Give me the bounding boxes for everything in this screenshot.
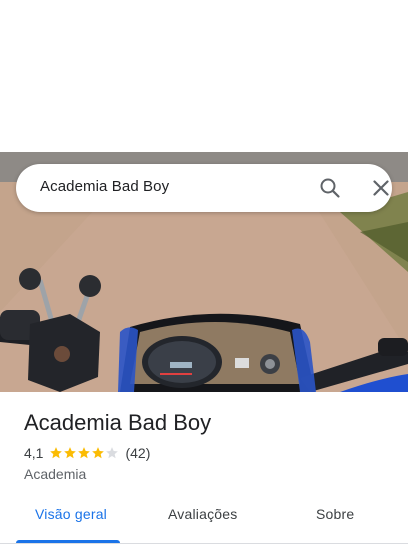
- star-empty-icon: [106, 447, 119, 459]
- search-icon[interactable]: [318, 176, 342, 200]
- star-rating: [49, 446, 119, 460]
- search-bar[interactable]: Academia Bad Boy: [16, 164, 392, 212]
- tab-overview[interactable]: Visão geral: [35, 506, 107, 522]
- star-icon: [64, 447, 77, 459]
- place-category: Academia: [24, 466, 87, 482]
- search-input[interactable]: Academia Bad Boy: [40, 178, 169, 195]
- place-info-panel: Academia Bad Boy 4,1 (42) Academia Visão…: [0, 392, 408, 544]
- maps-place-page: Academia Bad Boy Academia Bad Boy 4,1 (4…: [0, 0, 408, 544]
- star-icon: [78, 447, 91, 459]
- place-title: Academia Bad Boy: [24, 410, 212, 435]
- star-icon: [92, 447, 105, 459]
- rating-row[interactable]: 4,1 (42): [24, 445, 150, 461]
- rating-value: 4,1: [24, 445, 44, 461]
- close-icon[interactable]: [369, 176, 393, 200]
- review-count: (42): [125, 445, 151, 461]
- star-icon: [50, 447, 63, 459]
- tab-about[interactable]: Sobre: [316, 506, 354, 522]
- place-tabs: Visão geral Avaliações Sobre: [0, 500, 408, 544]
- tab-reviews[interactable]: Avaliações: [168, 506, 237, 522]
